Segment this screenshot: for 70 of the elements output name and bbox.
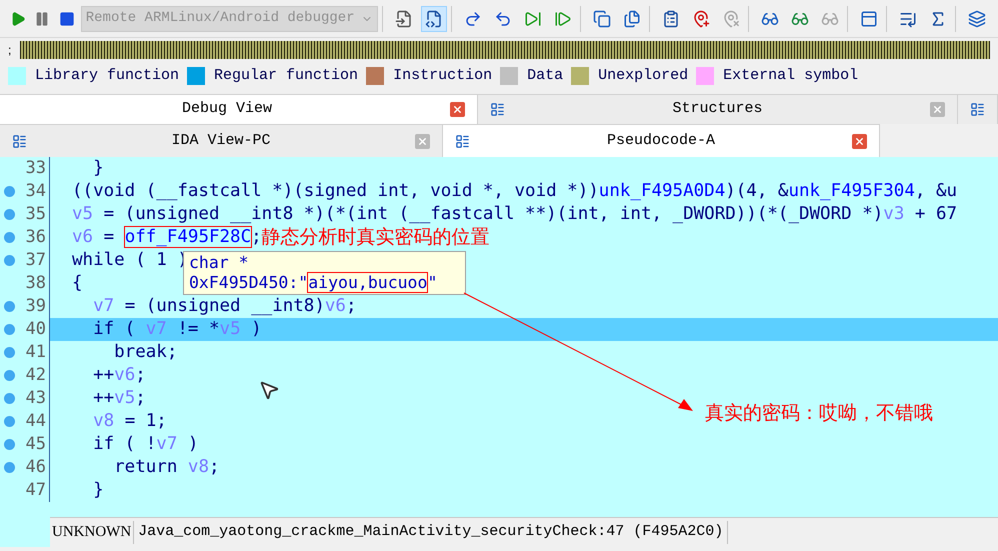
line-number: 46 xyxy=(26,456,46,479)
windows-icon xyxy=(592,10,611,28)
pin-add-icon xyxy=(692,10,710,28)
hint-value: 0xF495D450:"aiyou,bucuoo" xyxy=(189,273,438,293)
legend-label: Instruction xyxy=(393,66,492,86)
tab[interactable]: Debug View xyxy=(0,94,478,124)
line-number: 41 xyxy=(26,340,46,364)
code-line: { xyxy=(72,272,83,296)
line-number: 34 xyxy=(26,180,46,203)
tab[interactable] xyxy=(958,94,998,124)
code-line: ++v5; xyxy=(92,387,146,410)
legend-label: Library function xyxy=(35,66,180,86)
code-line: ++v6; xyxy=(92,364,146,388)
tab[interactable]: IDA View-PC xyxy=(0,124,443,157)
undo-arrow-icon xyxy=(494,10,512,28)
code-line: break; xyxy=(113,341,178,364)
line-number: 42 xyxy=(26,364,46,387)
redo-arrow-icon xyxy=(464,10,482,28)
legend-label: Data xyxy=(527,66,564,86)
legend-label: Unexplored xyxy=(598,66,688,86)
line-number: 33 xyxy=(26,157,46,180)
window-icon xyxy=(860,10,878,28)
code-line: } xyxy=(92,157,104,180)
annotation-note: 静态分析时真实密码的位置 xyxy=(262,225,490,250)
skip-forward-icon xyxy=(524,10,542,28)
stop-icon xyxy=(58,10,75,26)
line-number: 44 xyxy=(26,410,46,433)
code-line: v8 = 1; xyxy=(92,410,167,434)
close-icon[interactable] xyxy=(930,102,945,117)
line-number: 38 xyxy=(26,272,46,295)
code-line: ((void (__fastcall *)(signed int, void *, void *))unk_F495A0D4)(4, &unk_F495F304, &u xyxy=(72,180,958,204)
line-number: 40 xyxy=(26,318,46,341)
code-line: v5 = (unsigned __int8 *)(*(int (__fastcall **)(int, int, _DWORD))(*(_DWORD *)v3 + 67 xyxy=(72,203,958,226)
code-line: if ( !v7 ) xyxy=(92,433,198,456)
documents-icon xyxy=(622,10,641,28)
file-arrow-icon xyxy=(394,10,413,28)
list-icon xyxy=(662,10,680,28)
close-icon[interactable] xyxy=(415,134,430,148)
code-line: if ( v7 != *v5 ) xyxy=(92,318,262,342)
tab[interactable]: Pseudocode-A xyxy=(443,124,880,157)
close-icon[interactable] xyxy=(450,102,465,117)
code-line: v6 = off_F495F28C; xyxy=(72,226,262,250)
line-number: 36 xyxy=(26,226,46,249)
code-line: return v8; xyxy=(113,456,220,480)
tab[interactable]: Structures xyxy=(478,94,958,124)
code-file-icon xyxy=(424,10,443,28)
line-number: 45 xyxy=(26,432,46,456)
line-number: 47 xyxy=(26,478,46,502)
line-number: 43 xyxy=(26,386,46,410)
navigation-marker: ; xyxy=(8,44,12,56)
line-number: 35 xyxy=(26,202,46,226)
pin-remove-icon xyxy=(722,10,740,28)
legend-label: Regular function xyxy=(214,66,358,86)
layers-icon xyxy=(968,10,986,28)
code-line: } xyxy=(92,479,104,502)
annotation-note: 真实的密码：哎呦，不错哦 xyxy=(705,401,933,426)
play-icon xyxy=(10,10,26,26)
step-forward-icon xyxy=(554,10,572,28)
code-line: v7 = (unsigned __int8)v6; xyxy=(92,295,356,318)
close-icon[interactable] xyxy=(852,134,867,148)
legend-label: External symbol xyxy=(723,66,858,86)
status-location: Java_com_yaotong_crackme_MainActivity_securityCheck:47 (F495A2C0) xyxy=(134,521,728,544)
line-number: 37 xyxy=(26,248,46,272)
pause-icon xyxy=(34,10,50,26)
status-segment: UNKNOWN xyxy=(50,521,134,544)
hint-type: char * xyxy=(189,253,250,273)
toolbar-button[interactable] xyxy=(420,6,447,32)
mouse-cursor-icon xyxy=(258,379,280,401)
navigation-band[interactable] xyxy=(20,41,990,59)
line-number: 39 xyxy=(26,294,46,318)
